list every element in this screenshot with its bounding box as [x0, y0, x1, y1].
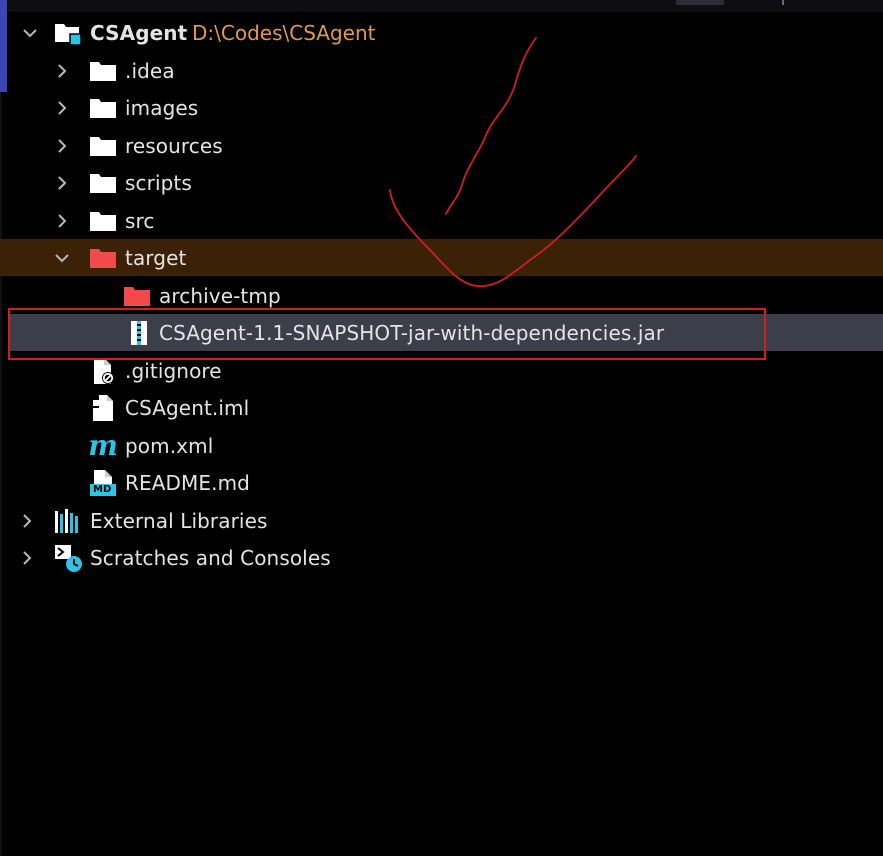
tree-item-label: archive-tmp: [159, 283, 281, 308]
chevron-right-icon[interactable]: [53, 62, 71, 80]
tree-row-images[interactable]: images: [0, 89, 883, 126]
tree-item-label: CSAgent.iml: [125, 395, 250, 420]
chevron-right-icon[interactable]: [53, 174, 71, 192]
excluded-folder-icon: [89, 244, 117, 272]
annotation-highlight-box: [8, 308, 766, 360]
tree-row-resources[interactable]: resources: [0, 127, 883, 164]
tree-row-scratches[interactable]: Scratches and Consoles: [0, 539, 883, 576]
tree-row-idea[interactable]: .idea: [0, 52, 883, 89]
tree-row-src[interactable]: src: [0, 202, 883, 239]
project-name: CSAgent: [90, 20, 188, 45]
md-badge: MD: [93, 483, 112, 495]
folder-icon: [89, 207, 117, 235]
tree-row-iml[interactable]: CSAgent.iml: [0, 389, 883, 426]
folder-icon: [89, 57, 117, 85]
maven-icon: m: [88, 428, 118, 462]
chevron-down-icon[interactable]: [21, 24, 39, 42]
editor-tab-edge[interactable]: [676, 0, 724, 5]
tree-row-target[interactable]: target: [0, 239, 883, 276]
chevron-right-icon[interactable]: [18, 512, 36, 530]
markdown-file-icon: MD: [89, 469, 117, 497]
scratches-icon: [54, 544, 82, 572]
tree-row-readme[interactable]: MD README.md: [0, 464, 883, 501]
folder-icon: [89, 169, 117, 197]
top-strip: [0, 0, 883, 12]
tree-item-label: resources: [125, 133, 223, 158]
folder-icon: [89, 94, 117, 122]
chevron-right-icon[interactable]: [53, 137, 71, 155]
tree-item-label: External Libraries: [90, 508, 268, 533]
tree-row-external-libraries[interactable]: External Libraries: [0, 502, 883, 539]
tree-row-scripts[interactable]: scripts: [0, 164, 883, 201]
chevron-down-icon[interactable]: [53, 249, 71, 267]
tree-item-label: .gitignore: [125, 358, 222, 383]
module-folder-icon: [54, 19, 82, 47]
tree-row-project-root[interactable]: CSAgent D:\Codes\CSAgent: [0, 14, 883, 51]
tree-item-label: .idea: [125, 58, 175, 83]
module-file-icon: [89, 394, 117, 422]
tree-item-label: scripts: [125, 170, 192, 195]
libraries-icon: [54, 507, 82, 535]
folder-icon: [89, 132, 117, 160]
tree-row-pom[interactable]: m pom.xml: [0, 427, 883, 464]
tree-item-label: Scratches and Consoles: [90, 545, 331, 570]
chevron-right-icon[interactable]: [53, 99, 71, 117]
tree-item-label: README.md: [125, 470, 250, 495]
tree-item-label: src: [125, 208, 155, 233]
maven-glyph: m: [88, 428, 118, 462]
tree-item-label: pom.xml: [125, 433, 214, 458]
ignore-file-icon: [89, 357, 117, 385]
excluded-folder-icon: [123, 282, 151, 310]
tree-item-label: images: [125, 95, 199, 120]
tree-item-label: target: [125, 245, 187, 270]
tab-divider: [782, 0, 784, 5]
chevron-right-icon[interactable]: [18, 549, 36, 567]
project-path: D:\Codes\CSAgent: [192, 20, 376, 45]
chevron-right-icon[interactable]: [53, 212, 71, 230]
